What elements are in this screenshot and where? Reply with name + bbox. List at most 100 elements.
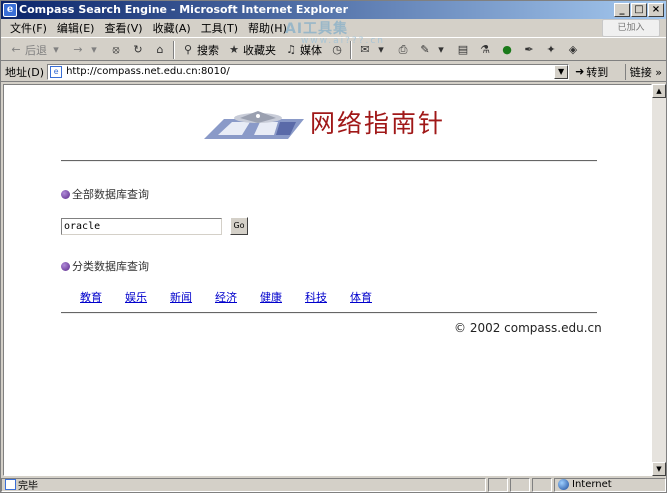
category-database-label: 分类数据库查询	[61, 258, 149, 274]
favorites-button[interactable]: ★ 收藏夹	[223, 40, 280, 60]
top-divider	[61, 160, 597, 162]
toolbar-separator	[173, 40, 175, 59]
minimize-button[interactable]: _	[614, 3, 630, 17]
edit-icon: ✎	[420, 42, 430, 56]
messenger-icon: ●	[502, 42, 512, 56]
address-input[interactable]: e http://compass.net.edu.cn:8010/ ▼	[47, 63, 570, 80]
scroll-up-button[interactable]: ▲	[652, 84, 666, 98]
dropdown-icon: ▾	[91, 42, 97, 56]
page-icon: e	[50, 65, 63, 78]
search-icon: ⚲	[183, 42, 193, 56]
security-zone: Internet	[554, 477, 666, 492]
messenger-button[interactable]: ●	[496, 40, 518, 60]
history-button[interactable]: ◷	[326, 40, 348, 60]
favorites-icon: ★	[229, 42, 239, 56]
go-button[interactable]: ➜ 转到	[575, 64, 608, 80]
all-database-text: 全部数据库查询	[72, 188, 149, 201]
search-go-button[interactable]: Go	[230, 217, 248, 235]
copyright-text: © 2002 compass.edu.cn	[454, 321, 602, 335]
page-content: 网络指南针 全部数据库查询 Go 分类数据库查询 教育 娱乐 新闻 经济 健康 …	[3, 84, 652, 476]
menu-favorites[interactable]: 收藏(A)	[148, 20, 196, 37]
watermark-added-button[interactable]: 已加入	[602, 19, 660, 37]
go-arrow-icon: ➜	[575, 65, 585, 78]
history-icon: ◷	[332, 42, 342, 56]
tool-button-2[interactable]: ✦	[540, 40, 562, 60]
wand-icon: ✦	[546, 42, 556, 56]
chat-button[interactable]: ◈	[562, 40, 584, 60]
print-button[interactable]: ⎙	[392, 40, 414, 60]
status-cell	[532, 477, 552, 492]
category-link-technology[interactable]: 科技	[305, 289, 350, 305]
maximize-button[interactable]: □	[631, 3, 647, 17]
dropdown-icon: ▾	[53, 42, 59, 56]
search-button[interactable]: ⚲ 搜索	[177, 40, 223, 60]
window-title: Compass Search Engine - Microsoft Intern…	[19, 3, 348, 16]
globe-icon	[558, 479, 569, 490]
category-link-news[interactable]: 新闻	[170, 289, 215, 305]
edit-button[interactable]: ✎ ▾	[414, 40, 452, 60]
close-button[interactable]: ×	[648, 3, 664, 17]
vertical-scrollbar[interactable]: ▲ ▼	[652, 84, 666, 476]
forward-arrow-icon: →	[73, 42, 83, 56]
media-button[interactable]: ♫ 媒体	[280, 40, 326, 60]
status-cell	[488, 477, 508, 492]
bullet-icon	[61, 189, 70, 199]
search-label: 搜索	[197, 43, 219, 57]
address-dropdown[interactable]: ▼	[554, 64, 569, 79]
bottom-divider	[61, 312, 597, 314]
print-icon: ⎙	[398, 42, 408, 56]
menu-edit[interactable]: 编辑(E)	[52, 20, 100, 37]
stop-button[interactable]: ⦻	[105, 40, 127, 60]
address-url[interactable]: http://compass.net.edu.cn:8010/	[66, 66, 230, 77]
back-arrow-icon: ←	[11, 42, 21, 56]
menu-view[interactable]: 查看(V)	[99, 20, 147, 37]
pen-icon: ✒	[524, 42, 534, 56]
zone-label: Internet	[572, 479, 612, 490]
category-link-economy[interactable]: 经济	[215, 289, 260, 305]
back-button[interactable]: ← 后退 ▾	[5, 40, 67, 60]
status-bar: 完毕 Internet	[1, 477, 666, 492]
scroll-down-button[interactable]: ▼	[652, 462, 666, 476]
research-icon: ⚗	[480, 42, 490, 56]
menu-tools[interactable]: 工具(T)	[196, 20, 243, 37]
status-main: 完毕	[1, 477, 486, 492]
search-input[interactable]	[61, 218, 222, 235]
home-icon: ⌂	[156, 42, 164, 56]
page-done-icon	[5, 479, 16, 490]
compass-logo-graphic	[204, 111, 304, 139]
ie-icon: e	[3, 3, 17, 17]
forward-button[interactable]: → ▾	[67, 40, 105, 60]
dropdown-icon: ▾	[378, 42, 384, 56]
chat-icon: ◈	[568, 42, 578, 56]
research-button[interactable]: ⚗	[474, 40, 496, 60]
category-link-sports[interactable]: 体育	[350, 289, 395, 305]
logo-text: 网络指南针	[310, 109, 446, 138]
discuss-icon: ▤	[457, 42, 469, 56]
go-label: 转到	[586, 65, 609, 79]
discuss-button[interactable]: ▤	[452, 40, 474, 60]
refresh-icon: ↻	[133, 42, 143, 56]
title-bar: e Compass Search Engine - Microsoft Inte…	[1, 1, 666, 19]
links-button[interactable]: 链接 »	[624, 64, 662, 80]
address-label: 地址(D)	[5, 65, 45, 79]
address-bar: 地址(D) e http://compass.net.edu.cn:8010/ …	[1, 62, 666, 82]
refresh-button[interactable]: ↻	[127, 40, 149, 60]
dropdown-icon: ▾	[438, 42, 444, 56]
category-link-education[interactable]: 教育	[80, 289, 125, 305]
bullet-icon	[61, 261, 70, 271]
standard-toolbar: ← 后退 ▾ → ▾ ⦻ ↻ ⌂ ⚲ 搜索 ★ 收藏夹 ♫ 媒体 ◷ ✉ ▾ ⎙ …	[1, 39, 666, 61]
window-controls: _ □ ×	[614, 3, 664, 17]
menu-file[interactable]: 文件(F)	[5, 20, 52, 37]
tool-button[interactable]: ✒	[518, 40, 540, 60]
category-link-entertainment[interactable]: 娱乐	[125, 289, 170, 305]
status-cell	[510, 477, 530, 492]
back-label: 后退	[25, 43, 47, 57]
stop-icon: ⦻	[112, 42, 120, 56]
browser-window: e Compass Search Engine - Microsoft Inte…	[0, 0, 667, 493]
category-link-health[interactable]: 健康	[260, 289, 305, 305]
home-button[interactable]: ⌂	[149, 40, 171, 60]
toolbar-separator	[350, 40, 352, 59]
mail-button[interactable]: ✉ ▾	[354, 40, 392, 60]
site-logo: 网络指南针	[204, 105, 444, 145]
category-database-text: 分类数据库查询	[72, 260, 149, 273]
